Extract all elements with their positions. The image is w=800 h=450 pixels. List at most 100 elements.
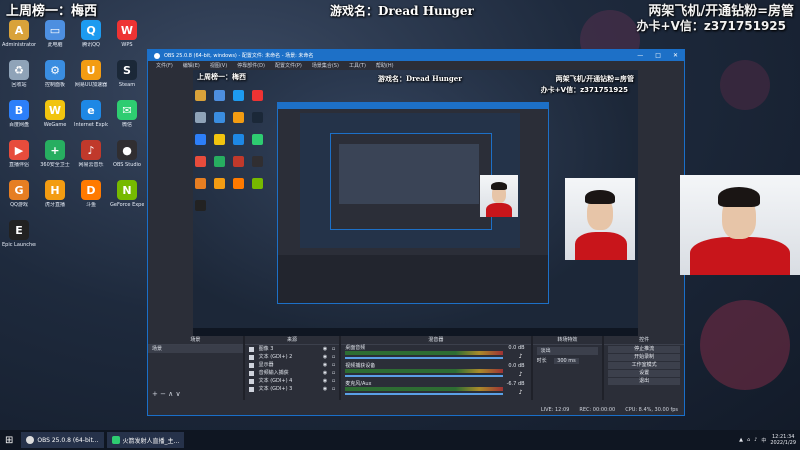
streamer-hair: [718, 187, 760, 207]
desktop-icon[interactable]: W WeGame: [38, 100, 72, 138]
obs-menu-item[interactable]: 编辑(E): [183, 62, 200, 69]
control-button[interactable]: 设置: [608, 370, 680, 377]
preview-top-left: 上周榜一：梅西: [197, 73, 246, 81]
obs-menu-item[interactable]: 工具(T): [349, 62, 366, 69]
eye-icon[interactable]: ◉: [323, 377, 327, 385]
taskbar-item-obs[interactable]: OBS 25.0.8 (64-bit...: [21, 432, 104, 448]
lock-icon[interactable]: ▫: [332, 345, 335, 353]
desktop-icon[interactable]: D 斗鱼: [74, 180, 108, 218]
desktop-icon[interactable]: U 网易UU加速器: [74, 60, 108, 98]
source-label: 显示器: [258, 362, 274, 368]
live-status: LIVE: 12:09: [540, 407, 570, 413]
lock-icon[interactable]: ▫: [332, 385, 335, 393]
control-button[interactable]: 开始录制: [608, 354, 680, 361]
obs-title-bar[interactable]: OBS 25.0.8 (64-bit, windows) - 配置文件: 未命名…: [148, 50, 684, 61]
desktop-icon[interactable]: ✉ 微信: [110, 100, 144, 138]
desktop-icon[interactable]: G QQ游戏: [2, 180, 36, 218]
desktop-icon[interactable]: A Administrator: [2, 20, 36, 58]
obs-menu-item[interactable]: 场景集合(S): [312, 62, 339, 69]
desktop-icon[interactable]: ♪ 网易云音乐: [74, 140, 108, 178]
minimize-icon[interactable]: —: [637, 52, 643, 59]
mixer-track-db: -6.7 dB: [506, 381, 525, 387]
desktop-icon[interactable]: H 虎牙直播: [38, 180, 72, 218]
eye-icon[interactable]: ◉: [323, 385, 327, 393]
preview-camera: [565, 178, 635, 260]
obs-menu-item[interactable]: 帮助(H): [376, 62, 394, 69]
obs-menu-item[interactable]: 配置文件(P): [275, 62, 302, 69]
source-item[interactable]: 文本 (GDI+) 4 ◉ ▫: [245, 377, 340, 385]
source-item[interactable]: 文本 (GDI+) 2 ◉ ▫: [245, 353, 340, 361]
desktop-icon-label: OBS Studio: [113, 162, 141, 168]
desktop-icon-label: 百度网盘: [8, 122, 29, 128]
lock-icon[interactable]: ▫: [332, 377, 335, 385]
volume-icon[interactable]: ♪: [754, 437, 757, 443]
preview-app-icon: [233, 156, 244, 167]
obs-menu-item[interactable]: 停靠部件(D): [237, 62, 265, 69]
desktop-icon[interactable]: ▶ 直播伴侣: [2, 140, 36, 178]
desktop-icon[interactable]: ▭ 此电脑: [38, 20, 72, 58]
desktop-icon[interactable]: ⚙ 控制面板: [38, 60, 72, 98]
obs-menu-item[interactable]: 视图(V): [210, 62, 227, 69]
sources-header: 来源: [244, 336, 340, 345]
obs-menu-item[interactable]: 文件(F): [156, 62, 173, 69]
transition-type[interactable]: 淡出: [536, 347, 599, 355]
volume-slider[interactable]: [345, 357, 503, 359]
source-item[interactable]: 显示器 ◉ ▫: [245, 361, 340, 369]
taskbar-item-stream-assistant[interactable]: 火箭发射人直播_主...: [106, 432, 185, 448]
desktop-icon[interactable]: Q 腾讯QQ: [74, 20, 108, 58]
eye-icon[interactable]: ◉: [323, 361, 327, 369]
source-item[interactable]: 文本 (GDI+) 3 ◉ ▫: [245, 385, 340, 393]
lock-icon[interactable]: ▫: [332, 353, 335, 361]
desktop-icon[interactable]: e Internet Explorer: [74, 100, 108, 138]
desktop-icon[interactable]: ● OBS Studio: [110, 140, 144, 178]
lock-icon[interactable]: ▫: [332, 361, 335, 369]
obs-preview[interactable]: 上周榜一：梅西 游戏名：Dread Hunger 两架飞机/开通钻粉=房管 办卡…: [193, 70, 638, 336]
app-icon: ♻: [9, 60, 29, 80]
mixer-track: 麦克风/Aux -6.7 dB ♪: [341, 381, 530, 399]
volume-slider[interactable]: [345, 375, 503, 377]
eye-icon[interactable]: ◉: [323, 345, 327, 353]
desktop-icon[interactable]: ♻ 回收站: [2, 60, 36, 98]
control-button[interactable]: 停止推流: [608, 346, 680, 353]
desktop-icon-label: 此电脑: [47, 42, 63, 48]
source-item[interactable]: 音频输入捕获 ◉ ▫: [245, 369, 340, 377]
volume-slider[interactable]: [345, 393, 503, 395]
start-button[interactable]: ⊞: [0, 432, 18, 448]
source-item[interactable]: 图像 3 ◉ ▫: [245, 345, 340, 353]
desktop-icon[interactable]: W WPS: [110, 20, 144, 58]
preview-app-icon: [195, 178, 206, 189]
duration-value[interactable]: 300 ms: [554, 358, 579, 364]
source-type-icon: [248, 363, 254, 368]
clock[interactable]: 12:21:34 2022/1/29: [770, 434, 796, 446]
scenes-header: 场景: [148, 336, 243, 345]
desktop-icon[interactable]: N GeForce Experience: [110, 180, 144, 218]
close-icon[interactable]: ✕: [673, 52, 678, 59]
network-icon[interactable]: ⌂: [747, 437, 750, 443]
scene-item[interactable]: 场景: [148, 345, 243, 353]
mixer-track: 视频捕获设备 0.0 dB ♪: [341, 363, 530, 381]
scene-add-remove[interactable]: + − ∧ ∨: [152, 390, 181, 398]
maximize-icon[interactable]: □: [655, 52, 661, 59]
speaker-icon[interactable]: ♪: [519, 371, 523, 378]
lock-icon[interactable]: ▫: [332, 369, 335, 377]
cpu-status: CPU: 8.4%, 30.00 fps: [625, 407, 678, 413]
control-button[interactable]: 工作室模式: [608, 362, 680, 369]
desktop-icon-label: Internet Explorer: [74, 122, 108, 128]
desktop-icon[interactable]: E Epic Launcher: [2, 220, 36, 258]
desktop-icon-label: 网易云音乐: [78, 162, 104, 168]
desktop-icon[interactable]: +360安全卫士: [38, 140, 72, 178]
desktop-icon[interactable]: S Steam: [110, 60, 144, 98]
control-button[interactable]: 退出: [608, 378, 680, 385]
eye-icon[interactable]: ◉: [323, 353, 327, 361]
eye-icon[interactable]: ◉: [323, 369, 327, 377]
input-language[interactable]: 中: [761, 437, 766, 444]
app-icon: A: [9, 20, 29, 40]
desktop-icon[interactable]: B 百度网盘: [2, 100, 36, 138]
mixer-header: 混音器: [341, 336, 531, 345]
tray-icon[interactable]: ▲: [739, 437, 743, 443]
speaker-icon[interactable]: ♪: [519, 389, 523, 396]
background-bokeh: [720, 60, 770, 110]
preview-app-icon: [252, 156, 263, 167]
speaker-icon[interactable]: ♪: [519, 353, 523, 360]
desktop-icon-label: 360安全卫士: [40, 162, 70, 168]
